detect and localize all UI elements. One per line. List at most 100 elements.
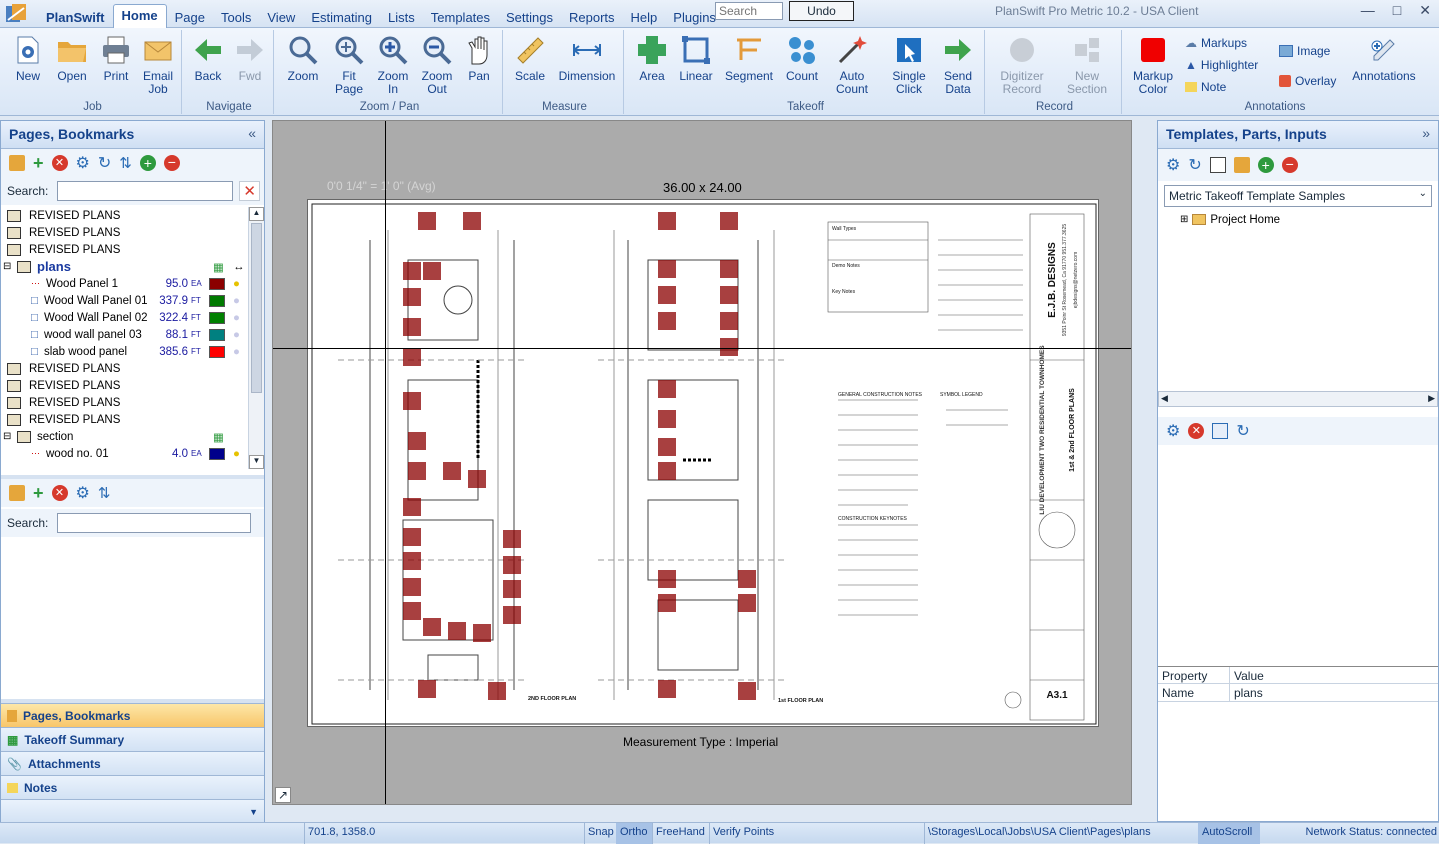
tree-item-plans[interactable]: ⊟ plans ▦ ↔ [1, 258, 247, 275]
forward-button[interactable]: Fwd [231, 34, 269, 83]
horizontal-scrollbar[interactable]: ◀ ▶ [1158, 391, 1438, 407]
markup-color-button[interactable]: Markup Color [1129, 34, 1177, 96]
menu-home[interactable]: Home [112, 4, 167, 28]
dimension-button[interactable]: Dimension [554, 34, 620, 83]
single-click-button[interactable]: Single Click [885, 34, 933, 96]
visibility-bulb-icon[interactable]: ● [233, 448, 243, 460]
settings-gear-icon[interactable]: ⚙ [1166, 421, 1180, 441]
overlay-button[interactable]: Overlay [1279, 74, 1336, 88]
property-row[interactable]: Name plans [1158, 684, 1438, 702]
menu-view[interactable]: View [259, 4, 303, 28]
open-button[interactable]: Open [52, 34, 92, 83]
zoom-out-button[interactable]: Zoom Out [415, 34, 459, 96]
ortho-toggle[interactable]: Ortho [616, 823, 652, 844]
menu-planswift[interactable]: PlanSwift [38, 4, 113, 28]
delete-icon[interactable]: ✕ [1188, 423, 1205, 439]
print-button[interactable]: Print [96, 34, 136, 83]
delete-icon[interactable]: ✕ [51, 485, 68, 501]
drawing-canvas[interactable]: 0'0 1/4" = 1' 0" (Avg) 36.00 x 24.00 E.J… [272, 120, 1132, 805]
image-button[interactable]: Image [1279, 44, 1330, 58]
tree-item-page[interactable]: REVISED PLANS [1, 394, 247, 411]
menu-tools[interactable]: Tools [213, 4, 259, 28]
tree-item-takeoff[interactable]: □ Wood Wall Panel 01 337.9 FT ● [1, 292, 247, 309]
undo-button[interactable]: Undo [789, 1, 854, 21]
add-icon[interactable]: + [33, 484, 44, 502]
scroll-right-icon[interactable]: ▶ [1428, 393, 1435, 404]
menu-lists[interactable]: Lists [380, 4, 423, 28]
calendar-icon[interactable] [1212, 423, 1229, 439]
collapse-node-icon[interactable]: ⊟ [3, 261, 13, 272]
new-button[interactable]: New [10, 34, 46, 83]
tree-scrollbar[interactable]: ▲ ▼ [248, 207, 264, 469]
scale-button[interactable]: Scale [510, 34, 550, 83]
collapse-right-icon[interactable]: » [1422, 125, 1430, 141]
template-select[interactable]: Metric Takeoff Template Samples ⌄ [1164, 185, 1432, 207]
tree-item-takeoff[interactable]: ⋯ wood no. 01 4.0 EA ● [1, 445, 247, 462]
auto-count-button[interactable]: Auto Count [829, 34, 875, 96]
expand-corner-icon[interactable]: ↗ [275, 787, 291, 803]
area-button[interactable]: Area [633, 34, 671, 83]
new-folder-icon[interactable] [1233, 157, 1250, 173]
visibility-bulb-icon[interactable]: ● [233, 312, 243, 324]
bookmarks-search-input[interactable] [57, 513, 252, 533]
remove-circle-icon[interactable]: − [1281, 157, 1298, 173]
color-swatch[interactable] [209, 294, 225, 307]
email-job-button[interactable]: Email Job [138, 34, 178, 96]
scroll-up-icon[interactable]: ▲ [249, 207, 264, 221]
menu-help[interactable]: Help [623, 4, 666, 28]
fit-page-button[interactable]: Fit Page [327, 34, 371, 96]
tree-item-page[interactable]: REVISED PLANS [1, 377, 247, 394]
expand-width-icon[interactable]: ↔ [233, 261, 245, 273]
sort-icon[interactable]: ⇅ [119, 154, 132, 172]
tree-item-page[interactable]: REVISED PLANS [1, 360, 247, 377]
settings-gear-icon[interactable]: ⚙ [76, 483, 90, 503]
takeoff-toggle-icon[interactable]: ▦ [213, 430, 224, 444]
tree-item-page[interactable]: REVISED PLANS [1, 224, 247, 241]
visibility-bulb-icon[interactable]: ● [233, 329, 243, 341]
tree-item-page[interactable]: REVISED PLANS [1, 411, 247, 428]
menu-reports[interactable]: Reports [561, 4, 623, 28]
delete-icon[interactable]: ✕ [51, 155, 68, 171]
tab-overflow[interactable]: ▼ [1, 799, 264, 823]
refresh-icon[interactable]: ↻ [1188, 155, 1201, 175]
visibility-bulb-icon[interactable]: ● [233, 346, 243, 358]
tree-item-project-home[interactable]: ⊞ Project Home [1158, 211, 1438, 228]
scroll-down-icon[interactable]: ▼ [249, 455, 264, 469]
scroll-thumb[interactable] [251, 223, 262, 393]
folder-icon[interactable] [9, 485, 25, 501]
add-circle-icon[interactable]: + [1257, 157, 1274, 173]
global-search-input[interactable] [715, 2, 783, 20]
highlighter-button[interactable]: ▲ Highlighter [1185, 58, 1258, 72]
tree-item-page[interactable]: REVISED PLANS [1, 207, 247, 224]
clear-search-icon[interactable]: ✕ [239, 181, 260, 201]
settings-gear-icon[interactable]: ⚙ [76, 153, 90, 173]
verify-points-toggle[interactable]: Verify Points [713, 826, 774, 838]
color-swatch[interactable] [209, 345, 225, 358]
minimize-icon[interactable]: — [1361, 2, 1375, 19]
annotations-button[interactable]: Annotations [1349, 34, 1419, 83]
takeoff-toggle-icon[interactable]: ▦ [213, 260, 224, 274]
collapse-node-icon[interactable]: ⊟ [3, 431, 13, 442]
menu-settings[interactable]: Settings [498, 4, 561, 28]
plan-sheet[interactable]: E.J.B. DESIGNS 9351 Poinr St Rosemead, C… [307, 199, 1099, 727]
count-button[interactable]: Count [781, 34, 823, 83]
back-button[interactable]: Back [189, 34, 227, 83]
markups-button[interactable]: ☁ Markups [1185, 36, 1247, 50]
close-icon[interactable]: ✕ [1419, 2, 1431, 19]
add-circle-icon[interactable]: + [139, 155, 156, 171]
segment-button[interactable]: Segment [723, 34, 775, 83]
visibility-bulb-icon[interactable]: ● [233, 278, 243, 290]
digitizer-record-button[interactable]: Digitizer Record [992, 34, 1052, 96]
freehand-toggle[interactable]: FreeHand [656, 826, 705, 838]
color-swatch[interactable] [209, 328, 225, 341]
panel-icon[interactable] [1209, 157, 1226, 173]
sort-icon[interactable]: ⇅ [98, 484, 111, 502]
menu-estimating[interactable]: Estimating [303, 4, 380, 28]
tab-takeoff-summary[interactable]: ▦ Takeoff Summary [1, 727, 264, 751]
note-button[interactable]: Note [1185, 80, 1226, 94]
color-swatch[interactable] [209, 447, 225, 460]
pages-search-input[interactable] [57, 181, 234, 201]
tree-item-takeoff[interactable]: □ slab wood panel 385.6 FT ● [1, 343, 247, 360]
settings-gear-icon[interactable]: ⚙ [1166, 155, 1180, 175]
remove-circle-icon[interactable]: − [163, 155, 180, 171]
